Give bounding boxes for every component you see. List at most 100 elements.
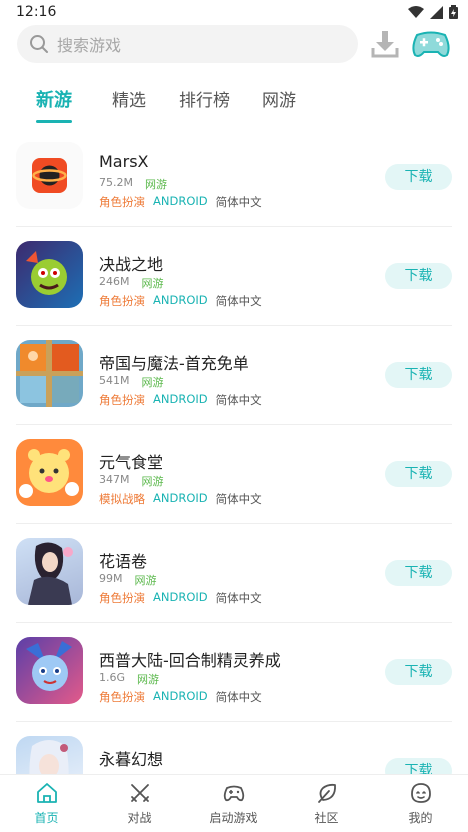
- nav-label: 对战: [127, 811, 152, 825]
- app-type: 网游: [141, 277, 164, 290]
- signal-icon: [430, 5, 443, 19]
- app-platform: ANDROID: [153, 392, 208, 406]
- app-meta: 75.2M 网游: [99, 176, 167, 192]
- app-language: 简体中文: [215, 195, 262, 209]
- app-language: 简体中文: [215, 690, 262, 704]
- app-platform: ANDROID: [153, 194, 208, 208]
- app-platform: ANDROID: [153, 293, 208, 307]
- app-meta: 347M 网游: [99, 473, 164, 489]
- app-genre: 模拟战略: [99, 492, 145, 506]
- category-tabs: 新游 精选 排行榜 网游: [0, 80, 468, 128]
- app-name: 花语卷: [99, 552, 148, 571]
- app-tags: 角色扮演 ANDROID 简体中文: [99, 194, 262, 210]
- app-size: 1.6G: [99, 671, 126, 684]
- app-platform: ANDROID: [153, 590, 208, 604]
- search-row: 搜索游戏: [0, 25, 468, 65]
- app-type: 网游: [141, 376, 164, 389]
- nav-label: 启动游戏: [209, 811, 258, 825]
- app-tags: 角色扮演 ANDROID 简体中文: [99, 293, 262, 309]
- app-name: MarsX: [99, 152, 149, 171]
- download-manager-icon[interactable]: [371, 29, 399, 59]
- list-item[interactable]: MarsX 75.2M 网游 角色扮演 ANDROID 简体中文 下载: [0, 128, 468, 227]
- app-tags: 角色扮演 ANDROID 简体中文: [99, 392, 262, 408]
- app-genre: 角色扮演: [99, 294, 145, 308]
- nav-label: 首页: [34, 811, 59, 825]
- tab-featured[interactable]: 精选: [112, 86, 146, 111]
- app-type: 网游: [134, 574, 157, 587]
- app-icon-huayujuan: [16, 538, 83, 605]
- app-size: 99M: [99, 572, 123, 585]
- search-icon: [30, 35, 48, 53]
- app-name: 决战之地: [99, 255, 164, 274]
- active-tab-indicator: [36, 120, 72, 123]
- wifi-icon: [408, 5, 424, 18]
- app-tags: 角色扮演 ANDROID 简体中文: [99, 590, 262, 606]
- tab-online-games[interactable]: 网游: [262, 86, 296, 111]
- app-name: 帝国与魔法-首充免单: [99, 354, 249, 373]
- app-icon-juezhan: [16, 241, 83, 308]
- download-button[interactable]: 下载: [385, 263, 452, 289]
- face-icon: [410, 783, 431, 803]
- nav-battle[interactable]: 对战: [93, 781, 186, 826]
- app-size: 347M: [99, 473, 130, 486]
- gamepad-icon[interactable]: [411, 27, 451, 61]
- app-meta: 541M 网游: [99, 374, 164, 390]
- download-button[interactable]: 下载: [385, 164, 452, 190]
- download-button[interactable]: 下载: [385, 362, 452, 388]
- status-time: 12:16: [16, 4, 57, 20]
- nav-profile[interactable]: 我的: [374, 781, 467, 826]
- list-item[interactable]: 永暮幻想 下载: [0, 722, 468, 774]
- nav-community[interactable]: 社区: [280, 781, 373, 826]
- leaf-icon: [317, 783, 336, 803]
- app-icon-marsx: [16, 142, 83, 209]
- app-size: 541M: [99, 374, 130, 387]
- app-platform: ANDROID: [153, 689, 208, 703]
- app-language: 简体中文: [215, 591, 262, 605]
- app-tags: 角色扮演 ANDROID 简体中文: [99, 689, 262, 705]
- list-item[interactable]: 花语卷 99M 网游 角色扮演 ANDROID 简体中文 下载: [0, 524, 468, 623]
- bottom-nav: 首页 对战 启动游戏 社区 我的: [0, 774, 468, 832]
- search-input[interactable]: 搜索游戏: [17, 25, 358, 63]
- app-name: 西普大陆-回合制精灵养成: [99, 651, 281, 670]
- list-item[interactable]: 帝国与魔法-首充免单 541M 网游 角色扮演 ANDROID 简体中文 下载: [0, 326, 468, 425]
- nav-home[interactable]: 首页: [0, 781, 93, 826]
- download-button[interactable]: 下载: [385, 461, 452, 487]
- status-icons: [408, 5, 458, 19]
- list-item[interactable]: 元气食堂 347M 网游 模拟战略 ANDROID 简体中文 下载: [0, 425, 468, 524]
- app-platform: ANDROID: [153, 491, 208, 505]
- status-bar: 12:16: [0, 0, 468, 24]
- game-list: MarsX 75.2M 网游 角色扮演 ANDROID 简体中文 下载 决战之地…: [0, 128, 468, 774]
- search-placeholder: 搜索游戏: [57, 36, 122, 55]
- download-button[interactable]: 下载: [385, 659, 452, 685]
- list-item[interactable]: 西普大陆-回合制精灵养成 1.6G 网游 角色扮演 ANDROID 简体中文 下…: [0, 623, 468, 722]
- app-genre: 角色扮演: [99, 195, 145, 209]
- battery-icon: [449, 5, 458, 19]
- app-genre: 角色扮演: [99, 591, 145, 605]
- app-language: 简体中文: [215, 294, 262, 308]
- app-meta: 246M 网游: [99, 275, 164, 291]
- app-genre: 角色扮演: [99, 690, 145, 704]
- app-tags: 模拟战略 ANDROID 简体中文: [99, 491, 262, 507]
- gamepad-icon: [223, 785, 244, 802]
- nav-launch-game[interactable]: 启动游戏: [187, 781, 280, 826]
- nav-label: 社区: [314, 811, 339, 825]
- app-icon-yuanqi: [16, 439, 83, 506]
- swords-icon: [130, 784, 149, 802]
- nav-label: 我的: [408, 811, 433, 825]
- app-meta: 99M 网游: [99, 572, 157, 588]
- tab-rankings[interactable]: 排行榜: [179, 86, 230, 111]
- tab-new-games[interactable]: 新游: [36, 86, 72, 112]
- app-language: 简体中文: [215, 393, 262, 407]
- app-type: 网游: [137, 673, 160, 686]
- app-name: 元气食堂: [99, 453, 164, 472]
- app-icon-yongmu: [16, 736, 83, 774]
- home-icon: [36, 783, 57, 803]
- list-item[interactable]: 决战之地 246M 网游 角色扮演 ANDROID 简体中文 下载: [0, 227, 468, 326]
- app-genre: 角色扮演: [99, 393, 145, 407]
- download-button[interactable]: 下载: [385, 560, 452, 586]
- app-icon-empire-magic: [16, 340, 83, 407]
- download-button[interactable]: 下载: [385, 758, 452, 774]
- app-name: 永暮幻想: [99, 750, 164, 769]
- app-size: 75.2M: [99, 176, 133, 189]
- app-language: 简体中文: [215, 492, 262, 506]
